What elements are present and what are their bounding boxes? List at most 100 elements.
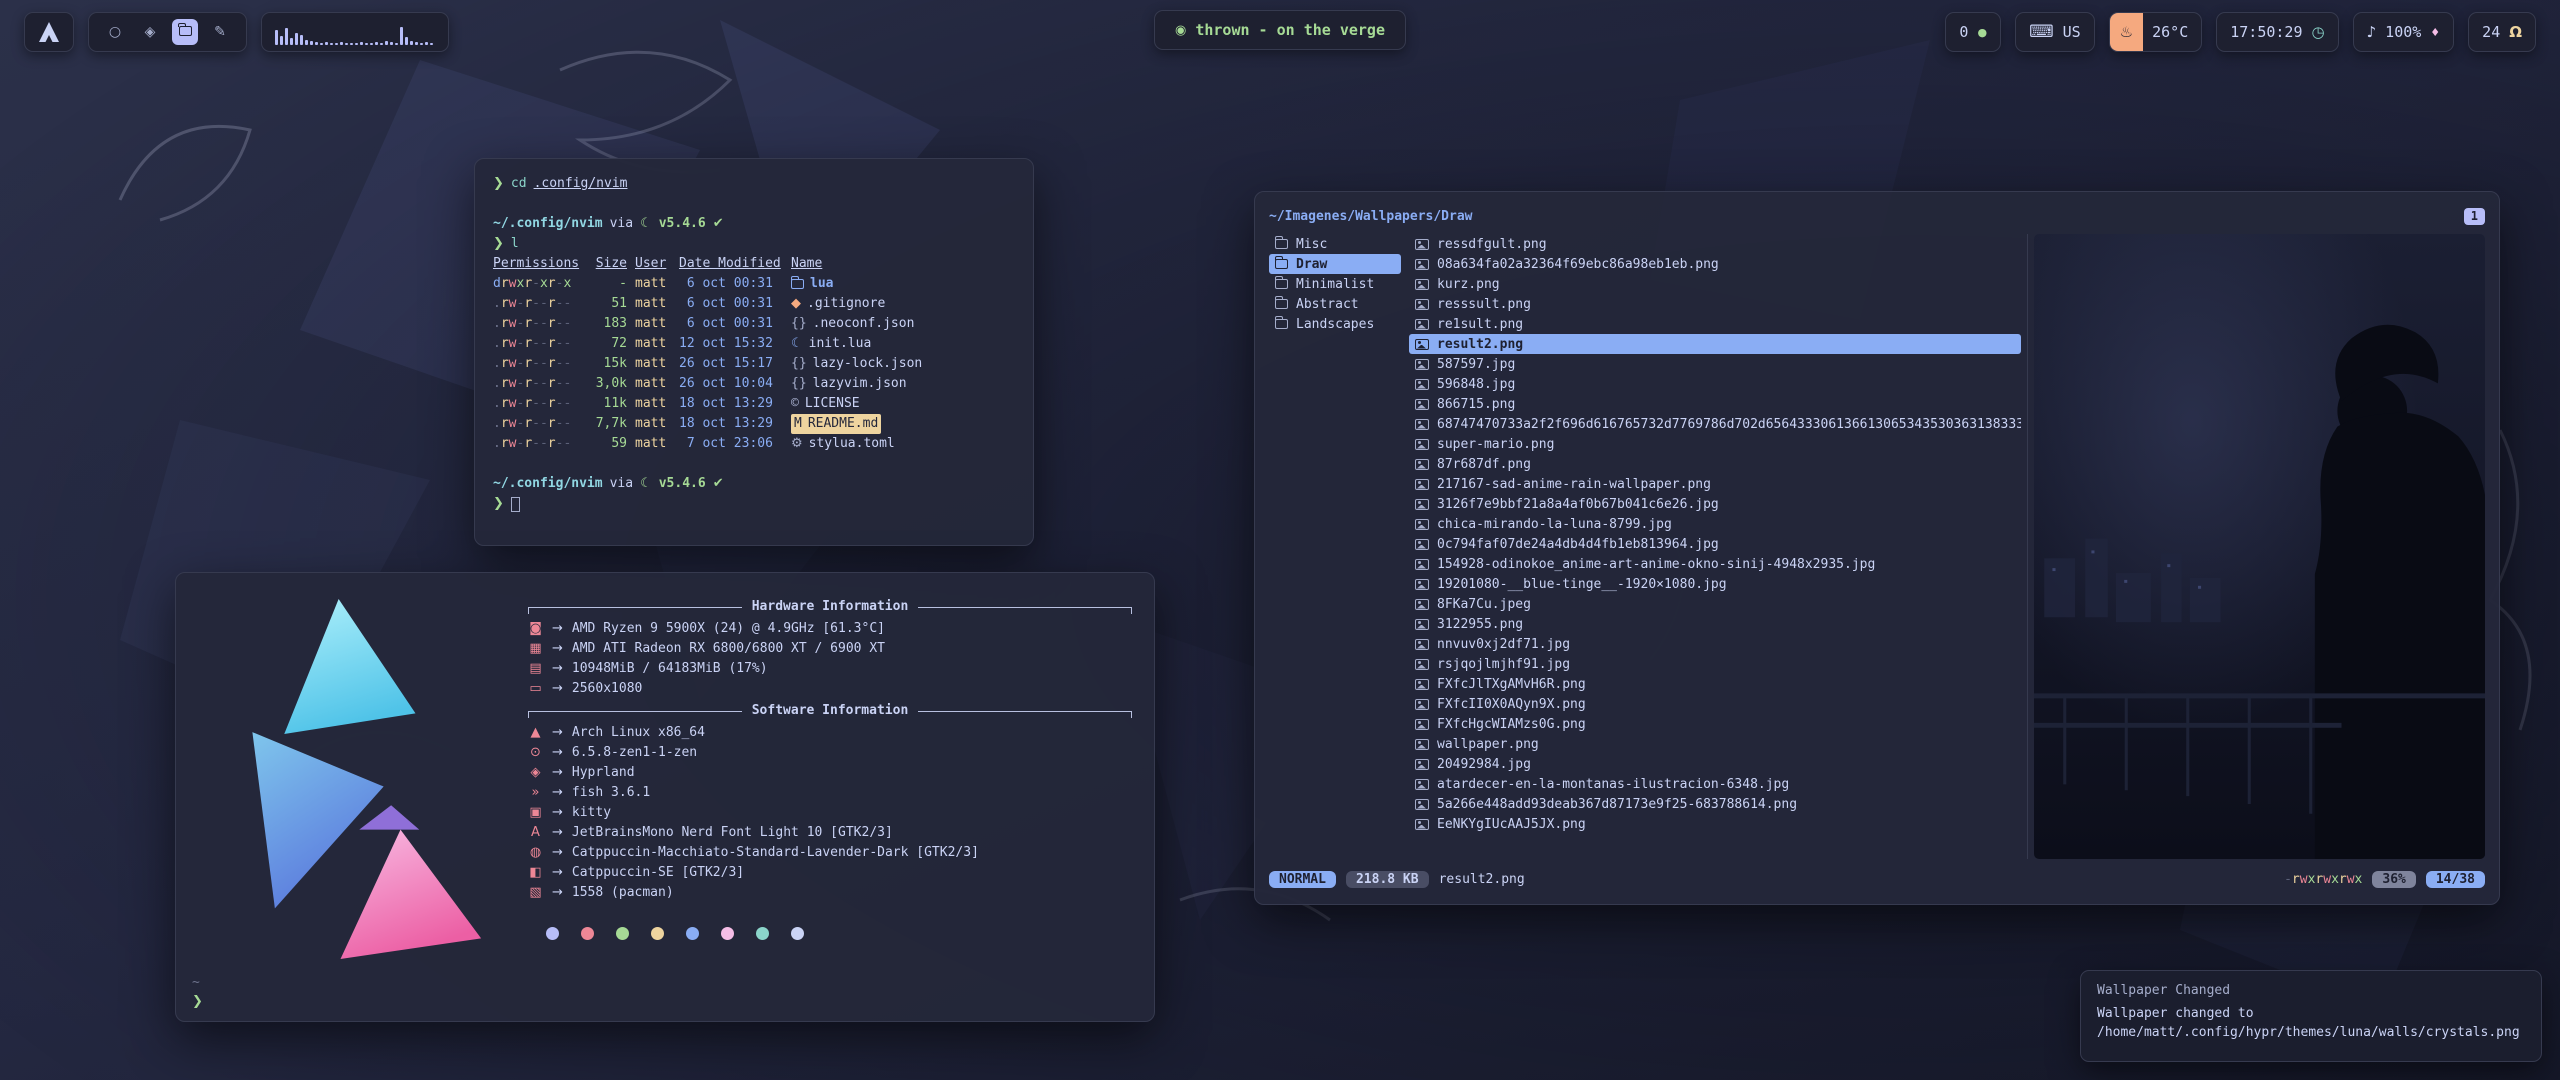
file-item[interactable]: result2.png [1409,334,2021,354]
file-owner: matt [635,294,671,314]
file-item[interactable]: rsjqojlmjhf91.jpg [1409,654,2021,674]
ls-header-user: User [635,254,671,274]
clock-module[interactable]: 17:50:29 ◷ [2216,12,2338,52]
fetch-info-column: Hardware Information◙→AMD Ryzen 9 5900X … [528,593,1132,965]
file-name-cell: {}.neoconf.json [791,314,1015,334]
file-item[interactable]: 3126f7e9bbf21a8a4af0b67b041c6e26.jpg [1409,494,2021,514]
file-owner: matt [635,354,671,374]
clock-time: 17:50:29 [2230,23,2302,41]
info-icon: A [528,823,543,843]
file-item[interactable]: 68747470733a2f2f696d616765732d7769786d70… [1409,414,2021,434]
terminal-window: ❯cd.config/nvim ~/.config/nvimvia☾v5.4.6… [474,158,1034,546]
file-date: 7 oct 23:06 [679,434,783,454]
music-widget[interactable]: ◉ thrown - on the verge [1154,10,1406,50]
command-line[interactable]: ❯cd.config/nvim [493,174,1015,194]
file-item[interactable]: 08a634fa02a32364f69ebc86a98eb1eb.png [1409,254,2021,274]
image-file-icon [1415,339,1429,350]
sidebar-item-misc[interactable]: Misc [1269,234,1401,254]
workspace-2[interactable]: ◈ [137,19,163,45]
file-item[interactable]: atardecer-en-la-montanas-ilustracion-634… [1409,774,2021,794]
file-name: kurz.png [1437,277,1500,292]
perm-char: - [563,436,571,451]
file-date: 26 oct 15:17 [679,354,783,374]
file-item[interactable]: super-mario.png [1409,434,2021,454]
image-file-icon [1415,719,1429,730]
temperature-module[interactable]: ♨ 26°C [2109,12,2203,52]
file-name: 5a266e448add93deab367d87173e9f25-6837886… [1437,797,1797,812]
image-file-icon [1415,659,1429,670]
file-item[interactable]: 587597.jpg [1409,354,2021,374]
perm-char: r [501,376,509,391]
file-item[interactable]: FXfcII0X0AQyn9X.png [1409,694,2021,714]
file-item[interactable]: chica-mirando-la-luna-8799.jpg [1409,514,2021,534]
file-date: 26 oct 10:04 [679,374,783,394]
viz-bar [285,28,288,45]
workspace-4[interactable]: ✎ [207,19,233,45]
file-item[interactable]: re1sult.png [1409,314,2021,334]
file-item[interactable]: 154928-odinokoe_anime-art-anime-okno-sin… [1409,554,2021,574]
sidebar-item-minimalist[interactable]: Minimalist [1269,274,1401,294]
prompt-line[interactable]: ❯ [493,494,1015,514]
workspace-3[interactable] [172,19,198,45]
perm-char: x [2331,872,2339,887]
markdown-icon: M [794,414,802,434]
file-item[interactable]: 8FKa7Cu.jpeg [1409,594,2021,614]
perm-char: w [2323,872,2331,887]
file-item[interactable]: 596848.jpg [1409,374,2021,394]
cwd-tilde: ~ [192,973,203,992]
image-file-icon [1415,399,1429,410]
palette-dot [651,927,664,940]
perm-char: r [2292,872,2300,887]
volume-module[interactable]: ♪ 100% ♦ [2353,12,2455,52]
permissions: .rw-r--r-- [493,294,583,314]
file-item[interactable]: 3122955.png [1409,614,2021,634]
file-item[interactable]: EeNKYgIUcAAJ5JX.png [1409,814,2021,834]
file-item[interactable]: ressdfgult.png [1409,234,2021,254]
sidebar-item-landscapes[interactable]: Landscapes [1269,314,1401,334]
tab-badge[interactable]: 1 [2464,208,2485,225]
perm-char: w [2300,872,2308,887]
file-item[interactable]: 866715.png [1409,394,2021,414]
workspace-1[interactable]: ○ [102,19,128,45]
launcher-button[interactable] [24,12,74,52]
file-date: 12 oct 15:32 [679,334,783,354]
info-icon: ▤ [528,659,543,679]
sidebar-label: Minimalist [1296,277,1374,292]
info-text: fish 3.6.1 [572,783,650,803]
ls-header-date-modified: Date Modified [679,254,783,274]
perm-char: - [540,416,548,431]
file-item[interactable]: resssult.png [1409,294,2021,314]
file-item[interactable]: FXfcJlTXgAMvH6R.png [1409,674,2021,694]
file-item[interactable]: 20492984.jpg [1409,754,2021,774]
ls-file-row: .rw-r--r--11kmatt18 oct 13:29©LICENSE [493,394,1015,414]
fetch-info-row: ▤→10948MiB / 64183MiB (17%) [528,659,1132,679]
file-item[interactable]: kurz.png [1409,274,2021,294]
notification-popup[interactable]: Wallpaper Changed Wallpaper changed to /… [2080,970,2542,1062]
keyboard-layout-module[interactable]: ⌨ US [2015,12,2095,52]
file-item[interactable]: 0c794faf07de24a4db4d4fb1eb813964.jpg [1409,534,2021,554]
image-preview [2034,234,2485,859]
file-item[interactable]: 217167-sad-anime-rain-wallpaper.png [1409,474,2021,494]
folder-icon [1275,279,1288,289]
image-file-icon [1415,819,1429,830]
sidebar-item-draw[interactable]: Draw [1269,254,1401,274]
sidebar-item-abstract[interactable]: Abstract [1269,294,1401,314]
json-icon: {} [791,374,807,394]
updates-module[interactable]: 0 ● [1945,12,2001,52]
cava-visualizer [275,19,435,45]
lua-icon: ☾ [640,474,652,494]
viz-bar [345,43,348,45]
file-item[interactable]: 87r687df.png [1409,454,2021,474]
notifications-module[interactable]: 24 Ω [2468,12,2536,52]
cursor-position-badge: 14/38 [2426,871,2485,888]
shell-prompt[interactable]: ~ ❯ [192,973,203,1011]
ls-file-row: .rw-r--r--15kmatt26 oct 15:17{}lazy-lock… [493,354,1015,374]
perm-char: - [532,316,540,331]
info-icon: ◧ [528,863,543,883]
file-item[interactable]: 19201080-__blue-tinge__-1920×1080.jpg [1409,574,2021,594]
file-item[interactable]: 5a266e448add93deab367d87173e9f25-6837886… [1409,794,2021,814]
command-text: l [511,234,519,254]
file-item[interactable]: wallpaper.png [1409,734,2021,754]
file-item[interactable]: nnvuv0xj2df71.jpg [1409,634,2021,654]
file-item[interactable]: FXfcHgcWIAMzs0G.png [1409,714,2021,734]
